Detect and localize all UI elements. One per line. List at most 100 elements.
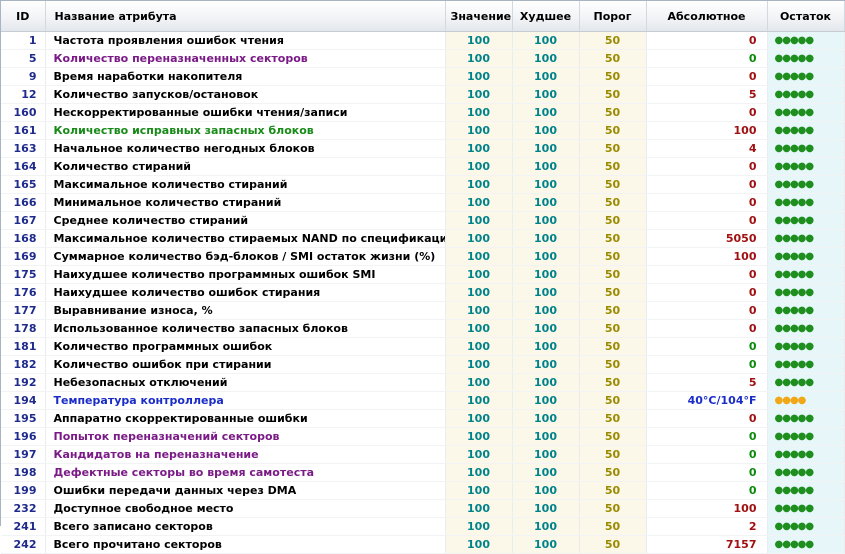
attribute-worst: 100 [512, 67, 580, 86]
attribute-threshold: 50 [579, 49, 647, 68]
attribute-name: Количество стираний [45, 157, 446, 176]
attribute-value: 100 [445, 535, 513, 554]
health-indicator-dots: ●●●●● [767, 427, 845, 446]
column-header-id[interactable]: ID [1, 1, 46, 32]
table-row[interactable]: 195 Аппаратно скорректированные ошибки 100… [1, 409, 845, 428]
attribute-worst: 100 [512, 85, 580, 104]
table-row[interactable]: 241 Всего записано секторов 100 100 50 2 ●●●●● [1, 517, 845, 536]
attribute-value: 100 [445, 211, 513, 230]
attribute-name: Использованное количество запасных блоко… [45, 319, 446, 338]
attribute-worst: 100 [512, 391, 580, 410]
attribute-value: 100 [445, 157, 513, 176]
attribute-value: 100 [445, 445, 513, 464]
attribute-worst: 100 [512, 193, 580, 212]
attribute-raw-value: 0 [646, 103, 768, 122]
attribute-threshold: 50 [579, 517, 647, 536]
attribute-worst: 100 [512, 463, 580, 482]
attribute-id: 169 [1, 247, 46, 266]
table-row[interactable]: 196 Попыток переназначений секторов 100 100… [1, 427, 845, 446]
attribute-worst: 100 [512, 535, 580, 554]
attribute-value: 100 [445, 499, 513, 518]
attribute-id: 163 [1, 139, 46, 158]
attribute-threshold: 50 [579, 337, 647, 356]
table-row[interactable]: 1 Частота проявления ошибок чтения 100 100 5… [1, 31, 845, 50]
attribute-worst: 100 [512, 49, 580, 68]
attribute-id: 165 [1, 175, 46, 194]
column-header-worst[interactable]: Худшее [512, 1, 580, 32]
health-indicator-dots: ●●●●● [767, 283, 845, 302]
health-indicator-dots: ●●●●● [767, 445, 845, 464]
table-row[interactable]: 181 Количество программных ошибок 100 100 50… [1, 337, 845, 356]
attribute-threshold: 50 [579, 481, 647, 500]
table-row[interactable]: 161 Количество исправных запасных блоков 1… [1, 121, 845, 140]
table-row[interactable]: 178 Использованное количество запасных бл… [1, 319, 845, 338]
header-row: ID Название атрибута Значение Худшее Пор… [1, 1, 845, 32]
attribute-id: 168 [1, 229, 46, 248]
table-row[interactable]: 242 Всего прочитано секторов 100 100 50 7157 ●… [1, 535, 845, 554]
attribute-id: 178 [1, 319, 46, 338]
attribute-threshold: 50 [579, 247, 647, 266]
attribute-id: 199 [1, 481, 46, 500]
table-row[interactable]: 167 Среднее количество стираний 100 100 50 0 ●… [1, 211, 845, 230]
attribute-threshold: 50 [579, 283, 647, 302]
column-header-value[interactable]: Значение [445, 1, 513, 32]
attribute-raw-value: 0 [646, 481, 768, 500]
table-row[interactable]: 166 Минимальное количество стираний 100 100… [1, 193, 845, 212]
attribute-threshold: 50 [579, 193, 647, 212]
health-indicator-dots: ●●●●● [767, 517, 845, 536]
attribute-value: 100 [445, 301, 513, 320]
health-indicator-dots: ●●●●● [767, 463, 845, 482]
table-row[interactable]: 192 Небезопасных отключений 100 100 50 5 ●●●●● [1, 373, 845, 392]
attribute-name: Количество запусков/остановок [45, 85, 446, 104]
table-row[interactable]: 194 Температура контроллера 100 100 50 40°C/1… [1, 391, 845, 410]
table-row[interactable]: 169 Суммарное количество бэд-блоков / SMI… [1, 247, 845, 266]
table-row[interactable]: 12 Количество запусков/остановок 100 100 50 5… [1, 85, 845, 104]
attribute-raw-value: 5 [646, 85, 768, 104]
table-row[interactable]: 5 Количество переназначенных секторов 100 1… [1, 49, 845, 68]
health-indicator-dots: ●●●● [767, 391, 845, 410]
attribute-value: 100 [445, 517, 513, 536]
table-row[interactable]: 177 Выравнивание износа, % 100 100 50 0 ●●●●● [1, 301, 845, 320]
attribute-name: Время наработки накопителя [45, 67, 446, 86]
table-row[interactable]: 164 Количество стираний 100 100 50 0 ●●●●● [1, 157, 845, 176]
attribute-worst: 100 [512, 427, 580, 446]
table-row[interactable]: 199 Ошибки передачи данных через DMA 100 10… [1, 481, 845, 500]
table-row[interactable]: 160 Нескорректированные ошибки чтения/зап… [1, 103, 845, 122]
column-header-remaining[interactable]: Остаток [767, 1, 845, 32]
attribute-threshold: 50 [579, 67, 647, 86]
health-indicator-dots: ●●●●● [767, 481, 845, 500]
attribute-threshold: 50 [579, 85, 647, 104]
attribute-id: 167 [1, 211, 46, 230]
attribute-worst: 100 [512, 265, 580, 284]
table-row[interactable]: 197 Кандидатов на переназначение 100 100 50 0… [1, 445, 845, 464]
table-row[interactable]: 175 Наихудшее количество программных ошиб… [1, 265, 845, 284]
attribute-id: 194 [1, 391, 46, 410]
health-indicator-dots: ●●●●● [767, 247, 845, 266]
attribute-threshold: 50 [579, 499, 647, 518]
attribute-threshold: 50 [579, 463, 647, 482]
table-row[interactable]: 182 Количество ошибок при стирании 100 100 5… [1, 355, 845, 374]
attribute-name: Количество переназначенных секторов [45, 49, 446, 68]
attribute-name: Всего прочитано секторов [45, 535, 446, 554]
attribute-worst: 100 [512, 445, 580, 464]
table-row[interactable]: 163 Начальное количество негодных блоков 1… [1, 139, 845, 158]
column-header-raw[interactable]: Абсолютное [646, 1, 768, 32]
attribute-id: 160 [1, 103, 46, 122]
table-row[interactable]: 165 Максимальное количество стираний 100 10… [1, 175, 845, 194]
attribute-value: 100 [445, 265, 513, 284]
table-row[interactable]: 198 Дефектные секторы во время самотеста 1… [1, 463, 845, 482]
attribute-value: 100 [445, 193, 513, 212]
smart-attributes-grid[interactable]: ID Название атрибута Значение Худшее Пор… [0, 0, 845, 554]
attribute-id: 232 [1, 499, 46, 518]
attribute-threshold: 50 [579, 391, 647, 410]
table-row[interactable]: 9 Время наработки накопителя 100 100 50 0 ●●●●… [1, 67, 845, 86]
attribute-threshold: 50 [579, 211, 647, 230]
attribute-id: 182 [1, 355, 46, 374]
attribute-worst: 100 [512, 139, 580, 158]
attribute-worst: 100 [512, 409, 580, 428]
table-row[interactable]: 176 Наихудшее количество ошибок стирания 1… [1, 283, 845, 302]
column-header-threshold[interactable]: Порог [579, 1, 647, 32]
column-header-name[interactable]: Название атрибута [45, 1, 446, 32]
table-row[interactable]: 168 Максимальное количество стираемых NAN… [1, 229, 845, 248]
table-row[interactable]: 232 Доступное свободное место 100 100 50 100 ●… [1, 499, 845, 518]
